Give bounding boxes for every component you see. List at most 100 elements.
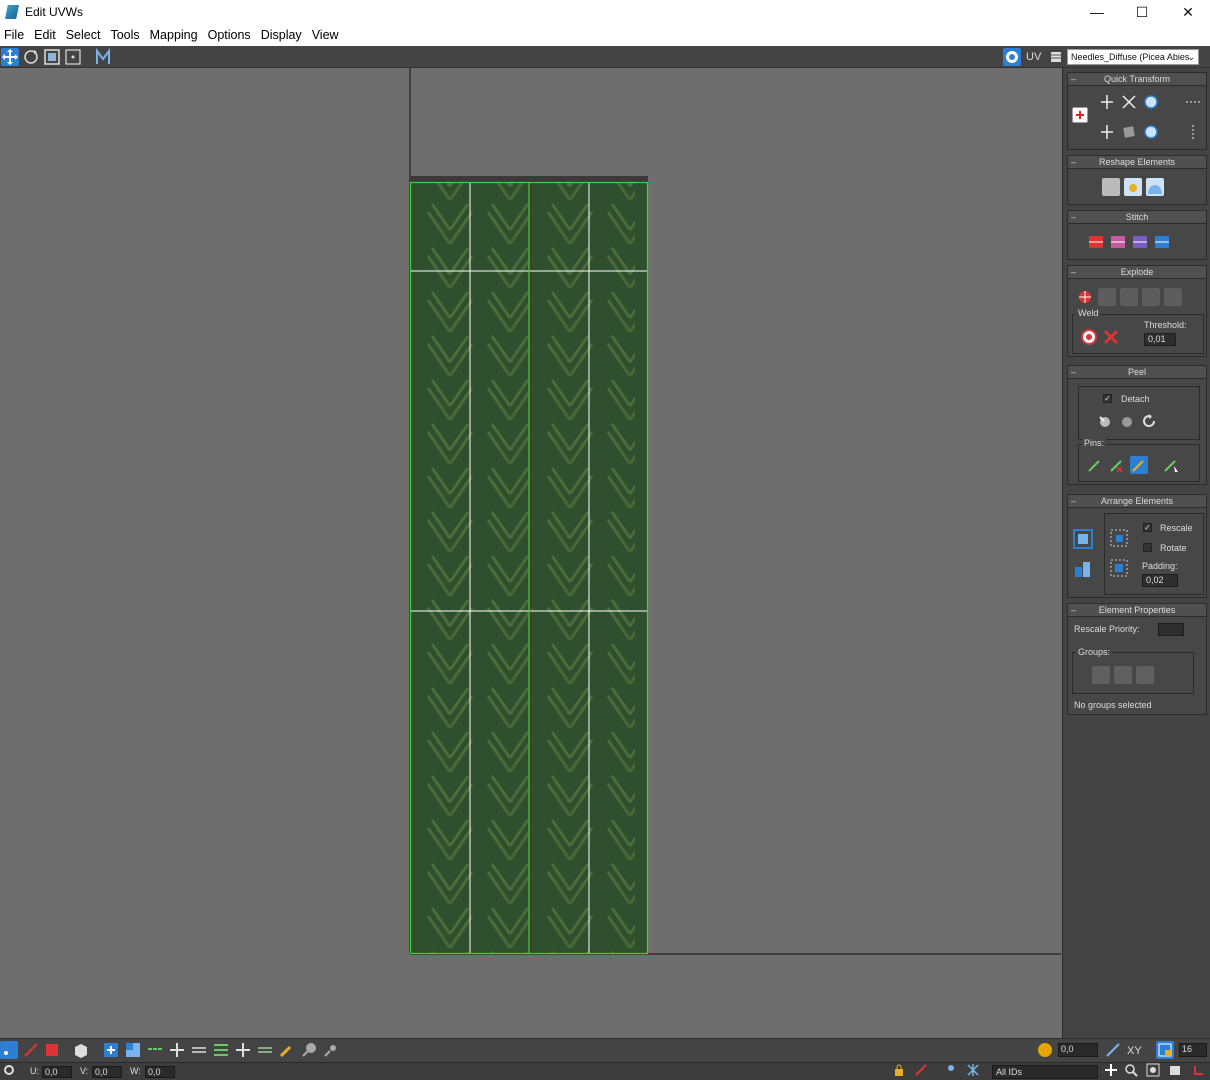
uv-canvas[interactable] xyxy=(0,68,1061,1038)
pivot-icon[interactable] xyxy=(1072,107,1088,123)
zoom-region-icon[interactable] xyxy=(1146,1063,1160,1077)
menu-view[interactable]: View xyxy=(308,28,345,42)
select-pinned-icon[interactable] xyxy=(1162,456,1180,474)
grid-snap-icon[interactable] xyxy=(1156,1041,1174,1059)
menu-mapping[interactable]: Mapping xyxy=(146,28,204,42)
zoom-extents-icon[interactable] xyxy=(1168,1063,1182,1077)
grow-selection-icon[interactable] xyxy=(102,1041,120,1059)
grid-size-field[interactable]: 16 xyxy=(1179,1043,1207,1057)
select-group-icon[interactable] xyxy=(1136,666,1154,684)
space-horizontal-icon[interactable] xyxy=(1184,93,1202,111)
stitch-header[interactable]: – Stitch xyxy=(1068,211,1206,224)
relax-options-icon[interactable] xyxy=(1146,178,1164,196)
v-coordinate-field[interactable]: 0,0 xyxy=(92,1066,122,1078)
show-map-icon[interactable] xyxy=(1003,48,1021,66)
pack-in-place-icon[interactable] xyxy=(1110,559,1128,577)
snap-icon[interactable] xyxy=(1192,1063,1206,1077)
relax-icon[interactable] xyxy=(1124,178,1142,196)
align-horizontal-icon[interactable] xyxy=(1098,93,1116,111)
texture-dropdown[interactable]: Needles_Diffuse (Picea Abies ⌄ xyxy=(1067,49,1199,65)
auto-pin-moved-icon[interactable] xyxy=(1130,456,1148,474)
straighten-icon[interactable] xyxy=(1120,123,1138,141)
w-coordinate-field[interactable]: 0,0 xyxy=(145,1066,175,1078)
stitch-to-source-icon[interactable] xyxy=(1132,233,1150,251)
soft-selection-falloff-field[interactable]: 0,0 xyxy=(1058,1043,1098,1057)
straighten-selection-icon[interactable] xyxy=(1102,178,1120,196)
paint-select-icon[interactable] xyxy=(278,1041,296,1059)
shrink-brush-icon[interactable] xyxy=(322,1041,340,1059)
enlarge-brush-icon[interactable] xyxy=(300,1041,318,1059)
menu-display[interactable]: Display xyxy=(257,28,308,42)
material-ids-dropdown[interactable]: All IDs xyxy=(992,1065,1098,1079)
close-button[interactable]: ✕ xyxy=(1165,0,1210,24)
break-icon[interactable] xyxy=(1076,288,1094,306)
peel-header[interactable]: – Peel xyxy=(1068,366,1206,379)
explode-by-material-icon[interactable] xyxy=(1120,288,1138,306)
edit-pins-icon[interactable] xyxy=(1086,456,1104,474)
shrink-ring-icon[interactable] xyxy=(256,1041,274,1059)
mirror-tool-icon[interactable] xyxy=(94,48,112,66)
maximize-button[interactable]: ☐ xyxy=(1119,0,1165,24)
menu-edit[interactable]: Edit xyxy=(30,28,62,42)
loop-select-icon[interactable] xyxy=(146,1041,164,1059)
rotate-tool-icon[interactable] xyxy=(22,48,40,66)
ungroup-icon[interactable] xyxy=(1114,666,1132,684)
padding-spinner[interactable]: 0,02 xyxy=(1142,574,1178,587)
minimize-button[interactable]: — xyxy=(1074,0,1120,24)
freeform-tool-icon[interactable] xyxy=(64,48,82,66)
falloff-type-icon[interactable] xyxy=(1104,1041,1122,1059)
rotate-ccw-icon[interactable] xyxy=(1142,123,1160,141)
hide-icon[interactable] xyxy=(914,1063,928,1077)
menu-options[interactable]: Options xyxy=(204,28,257,42)
select-face-icon[interactable] xyxy=(43,1041,61,1059)
explode-header[interactable]: – Explode xyxy=(1068,266,1206,279)
explode-by-seams-icon[interactable] xyxy=(1142,288,1160,306)
arrange-elements-header[interactable]: – Arrange Elements xyxy=(1068,495,1206,508)
group-selected-icon[interactable] xyxy=(1092,666,1110,684)
menu-file[interactable]: File xyxy=(0,28,30,42)
rescale-priority-spinner[interactable] xyxy=(1158,623,1184,636)
select-vertex-icon[interactable] xyxy=(0,1041,18,1059)
u-coordinate-field[interactable]: 0,0 xyxy=(42,1066,72,1078)
align-diagonal-icon[interactable] xyxy=(1120,93,1138,111)
weld-selected-icon[interactable] xyxy=(1102,328,1120,346)
element-properties-header[interactable]: – Element Properties xyxy=(1068,604,1206,617)
menu-tools[interactable]: Tools xyxy=(106,28,145,42)
stitch-to-target-icon[interactable] xyxy=(1088,233,1106,251)
freeze-icon[interactable] xyxy=(944,1063,958,1077)
explode-by-smoothing-icon[interactable] xyxy=(1098,288,1116,306)
pan-icon[interactable] xyxy=(1104,1063,1118,1077)
explode-options-icon[interactable] xyxy=(1164,288,1182,306)
peel-mode-icon[interactable] xyxy=(1118,412,1136,430)
select-element-icon[interactable] xyxy=(72,1041,90,1059)
align-vertical-icon[interactable] xyxy=(1098,123,1116,141)
lock-selection-icon[interactable] xyxy=(892,1063,906,1077)
ring-select-icon[interactable] xyxy=(212,1041,230,1059)
uv-viewport[interactable] xyxy=(0,68,1061,1038)
pack-custom-icon[interactable] xyxy=(1110,529,1128,547)
grow-ring-icon[interactable] xyxy=(234,1041,252,1059)
threshold-spinner[interactable]: 0,01 xyxy=(1144,333,1176,346)
quick-peel-icon[interactable] xyxy=(1096,412,1114,430)
grow-loop-icon[interactable] xyxy=(168,1041,186,1059)
soft-selection-icon[interactable] xyxy=(1036,1041,1054,1059)
pack-normalize-icon[interactable] xyxy=(1073,529,1093,549)
stitch-custom-icon[interactable] xyxy=(1154,233,1172,251)
delete-pins-icon[interactable] xyxy=(1108,456,1126,474)
uv-label[interactable]: UV xyxy=(1026,51,1041,63)
space-vertical-icon[interactable] xyxy=(1184,123,1202,141)
stitch-average-icon[interactable] xyxy=(1110,233,1128,251)
filter-icon[interactable] xyxy=(966,1063,980,1077)
pack-together-icon[interactable] xyxy=(1073,559,1093,579)
select-edge-icon[interactable] xyxy=(22,1041,40,1059)
shrink-loop-icon[interactable] xyxy=(190,1041,208,1059)
scale-tool-icon[interactable] xyxy=(43,48,61,66)
detach-checkbox[interactable]: ✓ xyxy=(1103,394,1112,403)
menu-select[interactable]: Select xyxy=(62,28,107,42)
checker-options-icon[interactable] xyxy=(1047,48,1065,66)
rotate-checkbox[interactable] xyxy=(1143,543,1152,552)
xy-label[interactable]: XY xyxy=(1127,1045,1142,1057)
rescale-checkbox[interactable]: ✓ xyxy=(1143,523,1152,532)
reset-peel-icon[interactable] xyxy=(1140,412,1158,430)
rotate-cw-icon[interactable] xyxy=(1142,93,1160,111)
